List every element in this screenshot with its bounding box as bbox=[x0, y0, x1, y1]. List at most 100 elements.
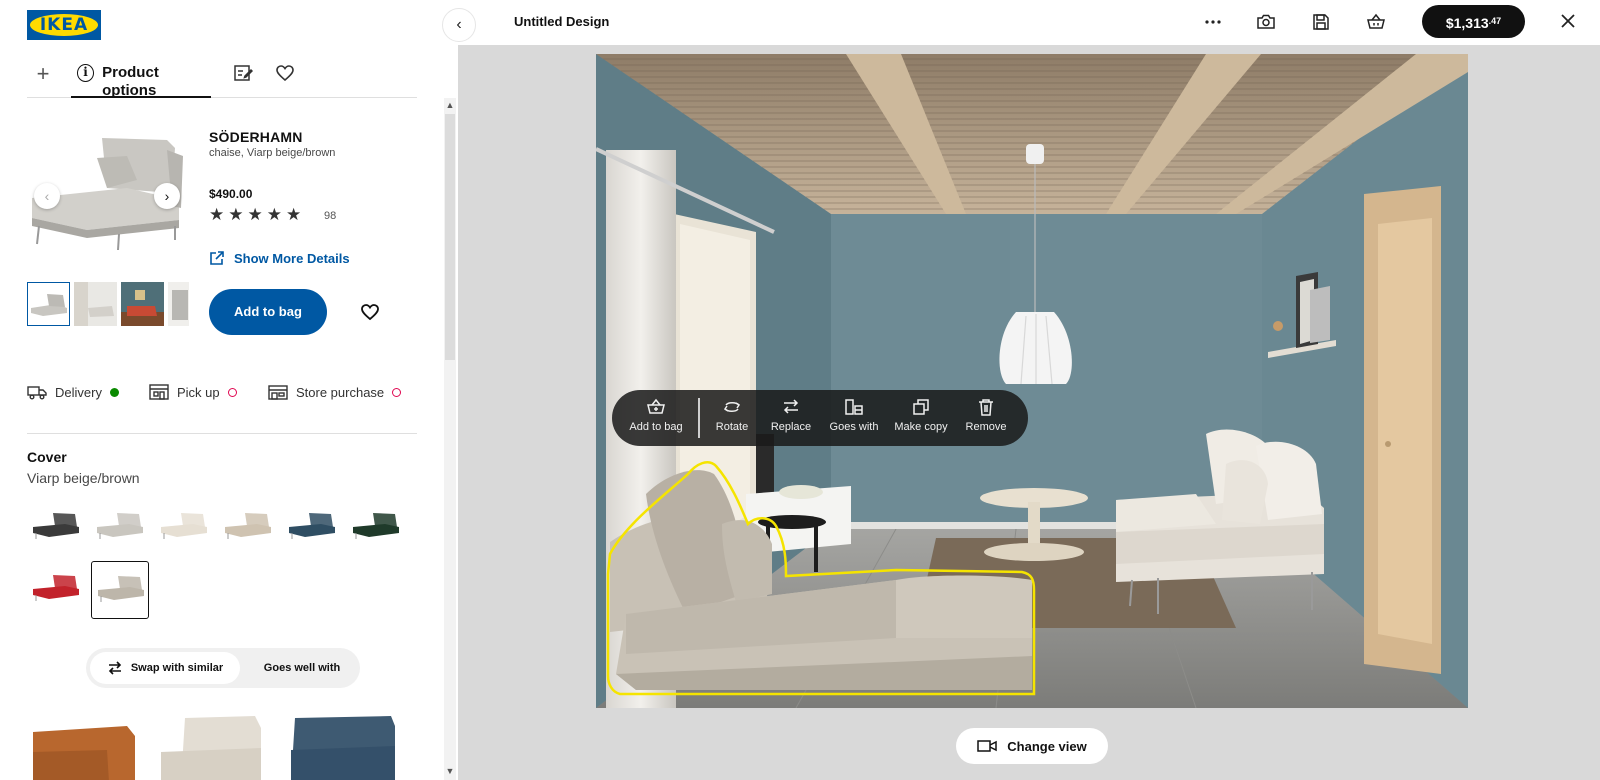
cover-swatch[interactable] bbox=[91, 499, 149, 557]
suggestion-item[interactable] bbox=[287, 712, 402, 780]
swatch-chaise-image bbox=[33, 575, 79, 601]
copy-icon bbox=[913, 399, 929, 415]
ikea-logo[interactable]: IKEA bbox=[27, 10, 101, 40]
star-icon: ★ bbox=[209, 205, 225, 224]
close-icon[interactable] bbox=[1558, 11, 1578, 31]
thumbnail[interactable] bbox=[74, 282, 117, 326]
external-link-icon bbox=[210, 251, 224, 265]
toolbar-replace[interactable]: Replace bbox=[762, 398, 820, 433]
plus-icon[interactable]: + bbox=[31, 62, 55, 86]
toolbar-separator bbox=[698, 398, 700, 438]
swatch-chaise-image bbox=[98, 576, 144, 602]
status-dot-available bbox=[109, 387, 119, 397]
swatch-chaise-image bbox=[33, 513, 79, 539]
cover-swatch[interactable] bbox=[347, 499, 405, 557]
cover-title: Cover bbox=[27, 449, 67, 465]
goes-well-with-tab[interactable]: Goes well with bbox=[248, 652, 356, 684]
swap-toggle: Swap with similar Goes well with bbox=[86, 648, 360, 688]
cover-swatch[interactable] bbox=[27, 499, 85, 557]
design-title[interactable]: Untitled Design bbox=[514, 14, 609, 29]
cover-swatch[interactable] bbox=[155, 499, 213, 557]
cover-swatch[interactable] bbox=[27, 561, 85, 619]
image-next-button[interactable]: › bbox=[154, 183, 180, 209]
divider bbox=[27, 433, 417, 434]
goes-with-icon bbox=[845, 399, 863, 415]
heart-icon[interactable] bbox=[275, 63, 295, 83]
thumbnail[interactable] bbox=[27, 282, 70, 326]
availability-row: Delivery Pick up Store purchase bbox=[27, 384, 417, 406]
store-icon bbox=[268, 385, 288, 400]
toolbar-add-to-bag[interactable]: Add to bag bbox=[620, 398, 692, 433]
suggestion-item[interactable] bbox=[27, 712, 142, 780]
cover-swatch[interactable] bbox=[91, 561, 149, 619]
basket-icon[interactable] bbox=[1366, 12, 1386, 32]
availability-label: Store purchase bbox=[296, 384, 385, 400]
swatch-chaise-image bbox=[289, 513, 335, 539]
room-scene-view[interactable] bbox=[596, 54, 1468, 708]
availability-pickup[interactable]: Pick up bbox=[149, 384, 237, 400]
toolbar-goes-with[interactable]: Goes with bbox=[824, 398, 884, 433]
left-panel: IKEA + i Product options ▲ ▼ ‹ › SÖDERHA… bbox=[0, 0, 458, 780]
collapse-panel-button[interactable]: ‹ bbox=[442, 8, 476, 42]
swatch-chaise-image bbox=[161, 513, 207, 539]
scroll-down-arrow[interactable]: ▼ bbox=[444, 766, 456, 776]
star-icon: ★ bbox=[266, 205, 282, 224]
cover-value: Viarp beige/brown bbox=[27, 470, 140, 486]
toolbar-label: Add to bag bbox=[629, 421, 683, 433]
item-action-toolbar: Add to bag Rotate Replace Goes with Make… bbox=[612, 390, 1028, 446]
toolbar-remove[interactable]: Remove bbox=[958, 398, 1014, 433]
toolbar-label: Remove bbox=[965, 421, 1007, 433]
availability-label: Pick up bbox=[177, 384, 220, 400]
status-dot-unavailable bbox=[392, 387, 402, 397]
scroll-up-arrow[interactable]: ▲ bbox=[444, 100, 456, 110]
rotate-icon bbox=[723, 402, 741, 412]
add-to-bag-button[interactable]: Add to bag bbox=[209, 289, 327, 335]
save-icon[interactable] bbox=[1311, 12, 1331, 32]
logo-text: IKEA bbox=[30, 14, 98, 36]
scroll-thumb[interactable] bbox=[445, 114, 455, 360]
toolbar-make-copy[interactable]: Make copy bbox=[890, 398, 952, 433]
thumbnail[interactable] bbox=[168, 282, 189, 326]
status-dot-unavailable bbox=[227, 387, 237, 397]
camera-icon[interactable] bbox=[1256, 12, 1276, 32]
cover-swatch[interactable] bbox=[219, 499, 277, 557]
product-name: SÖDERHAMN bbox=[209, 129, 303, 145]
review-count: 98 bbox=[324, 210, 337, 222]
suggestion-item[interactable] bbox=[157, 712, 272, 780]
more-icon[interactable] bbox=[1203, 12, 1223, 32]
trash-icon bbox=[979, 399, 993, 416]
swap-icon bbox=[108, 661, 121, 675]
availability-store-purchase[interactable]: Store purchase bbox=[268, 384, 402, 400]
show-more-details-label: Show More Details bbox=[234, 250, 350, 266]
toolbar-rotate[interactable]: Rotate bbox=[708, 398, 756, 433]
cover-swatch[interactable] bbox=[283, 499, 341, 557]
thumbnail[interactable] bbox=[121, 282, 164, 326]
cart-total-cents: .47 bbox=[1488, 16, 1502, 26]
swap-selected-label: Swap with similar bbox=[130, 662, 224, 674]
image-thumbnails bbox=[27, 282, 189, 326]
toolbar-label: Goes with bbox=[829, 421, 879, 433]
tab-product-options[interactable]: i Product options bbox=[71, 60, 211, 99]
change-view-label: Change view bbox=[1007, 738, 1087, 754]
swatch-chaise-image bbox=[225, 513, 271, 539]
availability-label: Delivery bbox=[55, 384, 102, 400]
swap-with-similar-tab[interactable]: Swap with similar bbox=[90, 652, 240, 684]
availability-delivery[interactable]: Delivery bbox=[27, 384, 119, 400]
basket-add-icon bbox=[647, 398, 665, 414]
show-more-details-link[interactable]: Show More Details bbox=[209, 250, 350, 266]
star-icon: ★ bbox=[247, 205, 263, 224]
pickup-icon bbox=[149, 384, 169, 400]
favourite-heart-icon[interactable] bbox=[360, 302, 380, 322]
edit-list-icon[interactable] bbox=[233, 63, 253, 83]
image-prev-button[interactable]: ‹ bbox=[34, 183, 60, 209]
info-icon: i bbox=[77, 64, 95, 82]
replace-icon bbox=[783, 399, 799, 414]
rating-stars: ★ ★ ★ ★ ★ bbox=[209, 206, 301, 224]
panel-scrollbar[interactable]: ▲ ▼ bbox=[444, 98, 456, 780]
cart-total-button[interactable]: $1,313.47 bbox=[1422, 5, 1525, 38]
product-description: chaise, Viarp beige/brown bbox=[209, 147, 336, 159]
change-view-button[interactable]: Change view bbox=[956, 728, 1108, 764]
toolbar-label: Replace bbox=[770, 421, 812, 433]
truck-icon bbox=[27, 386, 47, 400]
video-camera-icon bbox=[977, 740, 998, 752]
